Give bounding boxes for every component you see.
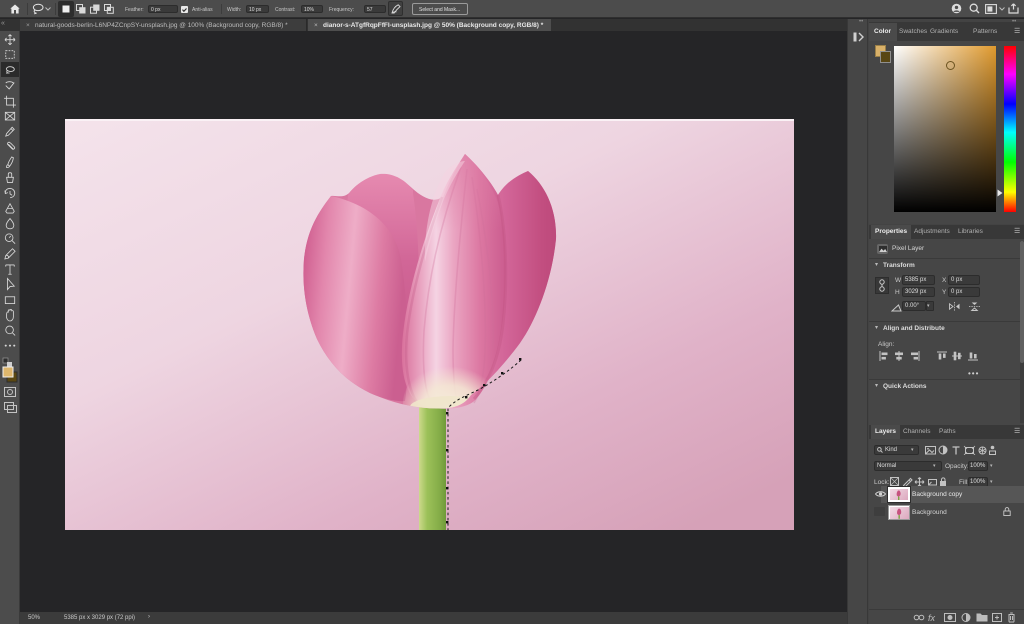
svg-text:fx: fx — [928, 613, 936, 623]
